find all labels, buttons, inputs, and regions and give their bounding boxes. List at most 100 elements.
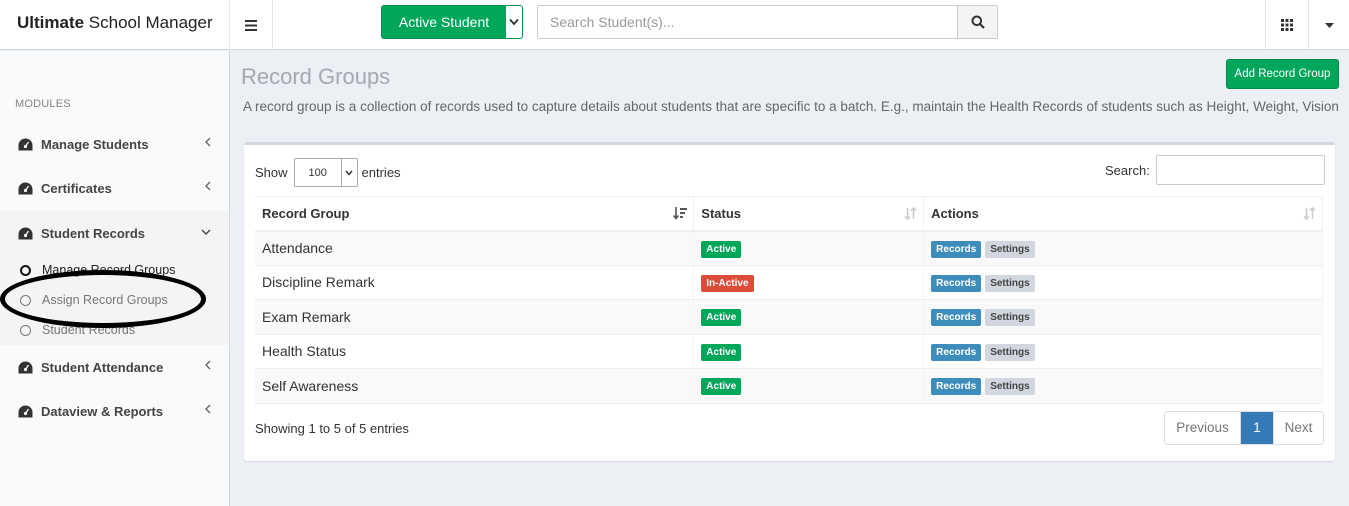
table-row: Health Status Active Records Settings [255,334,1323,369]
dashboard-icon [18,404,34,418]
sidebar: MODULES Manage Students Certificates Stu… [0,51,230,506]
settings-button[interactable]: Settings [985,343,1035,361]
sort-icon [904,207,917,220]
add-record-group-button[interactable]: Add Record Group [1226,59,1339,89]
page-length-select[interactable]: 100 [293,158,358,187]
settings-button[interactable]: Settings [985,240,1035,258]
table-row: Self Awareness Active Records Settings [255,368,1323,404]
actions-cell: Records Settings [923,230,1323,266]
pagination-next[interactable]: Next [1273,412,1323,444]
actions-cell: Records Settings [923,334,1323,369]
status-cell: Active [693,230,925,266]
settings-button[interactable]: Settings [985,309,1035,327]
sidebar-item-dataview-reports[interactable]: Dataview & Reports [0,389,229,433]
actions-cell: Records Settings [923,368,1323,404]
status-badge: Active [701,240,742,258]
student-mode-label[interactable]: Active Student [382,6,506,38]
chevron-down-icon [340,159,357,186]
pagination-page-1[interactable]: 1 [1241,412,1273,444]
dashboard-icon [18,226,34,240]
settings-button[interactable]: Settings [985,274,1035,292]
brand-rest: School Manager [84,13,213,32]
user-menu-dropdown[interactable] [1309,0,1349,50]
chevron-left-icon [205,137,211,147]
table-info: Showing 1 to 5 of 5 entries [255,421,409,436]
circle-icon [20,264,31,276]
status-badge: Active [701,378,742,396]
column-header-label: Record Group [262,205,350,221]
brand-bold: Ultimate [17,13,85,32]
record-group-name: Self Awareness [255,368,695,404]
sidebar-subitem-student-records[interactable]: Student Records [0,315,229,345]
record-groups-panel: Show 100 entries Search: Record Group St… [244,142,1335,461]
record-groups-table: Record Group Status Actions Attendance A… [255,196,1323,404]
status-cell: Active [693,299,925,335]
page-length-control: Show 100 entries [255,158,401,187]
sidebar-item-label: Certificates [41,180,112,196]
records-button[interactable]: Records [931,274,982,292]
sidebar-item-certificates[interactable]: Certificates [0,166,229,210]
sidebar-item-label: Dataview & Reports [41,403,164,419]
sidebar-item-manage-students[interactable]: Manage Students [0,122,229,166]
column-header-record-group[interactable]: Record Group [255,196,695,232]
column-header-label: Actions [931,205,979,221]
sidebar-item-label: Student Records [41,225,146,241]
apps-grid-button[interactable] [1265,0,1309,50]
sidebar-item-student-records[interactable]: Student Records [0,211,229,255]
chevron-down-icon [201,229,211,235]
status-badge: Active [701,309,742,327]
chevron-left-icon [205,181,211,191]
search-icon [971,15,985,29]
record-group-name: Health Status [255,334,695,369]
top-navbar: Ultimate School Manager Active Student [0,0,1349,50]
sidebar-subitem-manage-record-groups[interactable]: Manage Record Groups [0,255,229,285]
dashboard-icon [18,181,34,195]
circle-icon [20,324,31,336]
dashboard-icon [18,360,34,374]
table-filter: Search: [1105,155,1325,185]
sidebar-subitem-assign-record-groups[interactable]: Assign Record Groups [0,285,229,315]
record-group-name: Attendance [255,230,695,266]
actions-cell: Records Settings [923,299,1323,335]
pagination: Previous 1 Next [1164,411,1324,445]
record-group-name: Exam Remark [255,299,695,335]
column-header-status[interactable]: Status [693,196,925,232]
dashboard-icon [18,137,34,151]
page-title: Record Groups [241,64,391,89]
status-cell: Active [693,334,925,369]
record-group-name: Discipline Remark [255,265,695,300]
settings-button[interactable]: Settings [985,378,1035,396]
sidebar-subitem-label: Manage Record Groups [42,263,176,277]
chevron-left-icon [205,360,211,370]
caret-down-icon [1324,22,1334,28]
records-button[interactable]: Records [931,343,982,361]
sidebar-toggle-button[interactable] [230,0,273,50]
table-search-label: Search: [1105,162,1150,178]
sidebar-item-label: Manage Students [41,136,149,152]
sidebar-section-label: MODULES [15,98,71,110]
records-button[interactable]: Records [931,378,982,396]
sort-icon [1303,207,1316,220]
app-brand[interactable]: Ultimate School Manager [0,0,230,50]
sort-ascending-icon [673,207,688,220]
status-badge: In-Active [701,274,754,292]
sidebar-item-student-attendance[interactable]: Student Attendance [0,345,229,389]
records-button[interactable]: Records [931,309,982,327]
grid-icon [1281,19,1293,31]
circle-icon [20,294,31,306]
student-mode-dropdown[interactable]: Active Student [381,5,523,39]
student-search-input[interactable] [538,6,957,38]
chevron-left-icon [205,404,211,414]
table-row: Discipline Remark In-Active Records Setti… [255,265,1323,300]
page-description: A record group is a collection of record… [243,99,1339,114]
show-label: Show [255,165,288,180]
chevron-down-icon[interactable] [506,6,522,38]
sidebar-subitem-label: Student Records [42,323,136,337]
search-button[interactable] [957,6,997,38]
pagination-previous[interactable]: Previous [1165,412,1241,444]
records-button[interactable]: Records [931,240,982,258]
column-header-label: Status [701,205,742,221]
column-header-actions[interactable]: Actions [923,196,1323,232]
table-search-input[interactable] [1155,155,1325,185]
status-cell: In-Active [693,265,925,300]
